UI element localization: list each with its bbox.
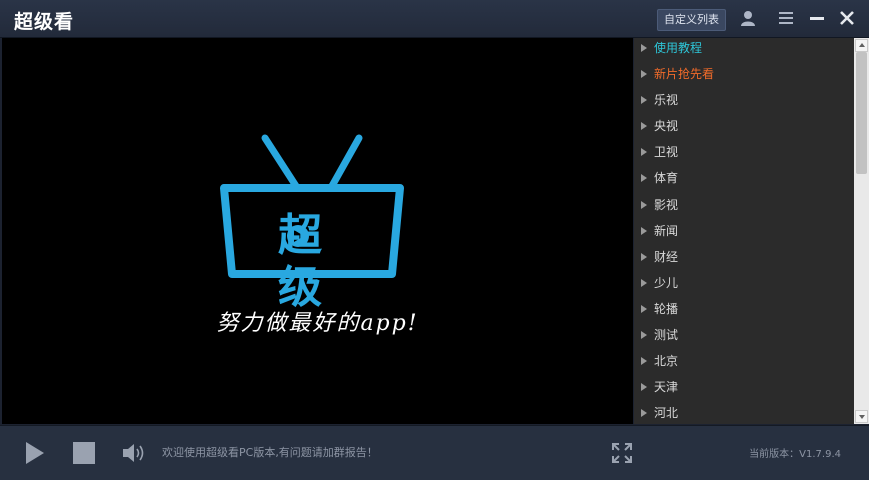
expand-arrow-icon [641, 44, 647, 52]
title-bar: 超级看 自定义列表 [0, 0, 869, 38]
expand-arrow-icon [641, 357, 647, 366]
expand-arrow-icon [641, 226, 647, 235]
stop-icon[interactable] [72, 441, 96, 465]
expand-arrow-icon [641, 200, 647, 209]
expand-arrow-icon [641, 70, 647, 79]
play-icon[interactable] [22, 440, 46, 466]
volume-icon[interactable] [121, 441, 147, 465]
channel-label: 河北 [654, 406, 679, 421]
channel-item[interactable]: 央视 [634, 116, 852, 142]
channel-item[interactable]: 体育 [634, 168, 852, 194]
user-icon[interactable] [738, 8, 758, 28]
channel-label: 卫视 [654, 145, 679, 160]
close-icon[interactable] [837, 8, 857, 28]
channel-label: 乐视 [654, 93, 679, 108]
channel-sidebar: 使用教程新片抢先看乐视央视卫视体育影视新闻财经少儿轮播测试北京天津河北 [634, 38, 869, 424]
channel-label: 使用教程 [654, 41, 703, 55]
expand-arrow-icon [641, 331, 647, 340]
custom-list-button[interactable]: 自定义列表 [657, 9, 726, 31]
channel-label: 新闻 [654, 223, 679, 238]
channel-label: 财经 [654, 249, 679, 264]
expand-arrow-icon [641, 252, 647, 261]
menu-icon[interactable] [776, 8, 796, 28]
scroll-thumb[interactable] [856, 52, 867, 174]
expand-arrow-icon [641, 383, 647, 392]
channel-label: 北京 [654, 354, 679, 369]
channel-label: 测试 [654, 328, 679, 343]
channel-label: 影视 [654, 197, 679, 212]
status-message: 欢迎使用超级看PC版本,有问题请加群报告！ [162, 446, 378, 459]
channel-item[interactable]: 使用教程 [634, 38, 852, 64]
channel-label: 体育 [654, 171, 679, 186]
channel-item[interactable]: 轮播 [634, 299, 852, 325]
expand-arrow-icon [641, 278, 647, 287]
scroll-up-arrow-icon[interactable] [855, 39, 868, 52]
channel-item[interactable]: 影视 [634, 195, 852, 221]
video-area[interactable]: 超级 努力做最好的app! [2, 38, 633, 424]
channel-item[interactable]: 乐视 [634, 90, 852, 116]
channel-item[interactable]: 北京 [634, 351, 852, 377]
channel-item[interactable]: 天津 [634, 377, 852, 403]
channel-label: 少儿 [654, 275, 679, 290]
slogan: 努力做最好的app! [216, 311, 419, 336]
channel-item[interactable]: 测试 [634, 325, 852, 351]
fullscreen-icon[interactable] [611, 442, 633, 464]
scrollbar[interactable] [854, 38, 869, 424]
expand-arrow-icon [641, 409, 647, 418]
version-label: 当前版本：V1.7.9.4 [749, 449, 841, 460]
channel-item[interactable]: 财经 [634, 247, 852, 273]
channel-item[interactable]: 新片抢先看 [634, 64, 852, 90]
logo-text: 超级 [278, 210, 344, 313]
app-title: 超级看 [14, 11, 75, 33]
channel-item[interactable]: 新闻 [634, 221, 852, 247]
expand-arrow-icon [641, 148, 647, 157]
expand-arrow-icon [641, 174, 647, 183]
expand-arrow-icon [641, 96, 647, 105]
channel-list: 使用教程新片抢先看乐视央视卫视体育影视新闻财经少儿轮播测试北京天津河北 [634, 38, 852, 429]
channel-label: 轮播 [654, 301, 679, 316]
channel-label: 新片抢先看 [654, 67, 715, 82]
scroll-down-arrow-icon[interactable] [855, 410, 868, 423]
minimize-icon[interactable] [807, 8, 827, 28]
channel-label: 央视 [654, 119, 679, 134]
channel-item[interactable]: 少儿 [634, 273, 852, 299]
channel-item[interactable]: 卫视 [634, 142, 852, 168]
control-bar: 欢迎使用超级看PC版本,有问题请加群报告！ 当前版本：V1.7.9.4 [0, 425, 869, 480]
expand-arrow-icon [641, 122, 647, 131]
expand-arrow-icon [641, 304, 647, 313]
channel-label: 天津 [654, 380, 679, 395]
